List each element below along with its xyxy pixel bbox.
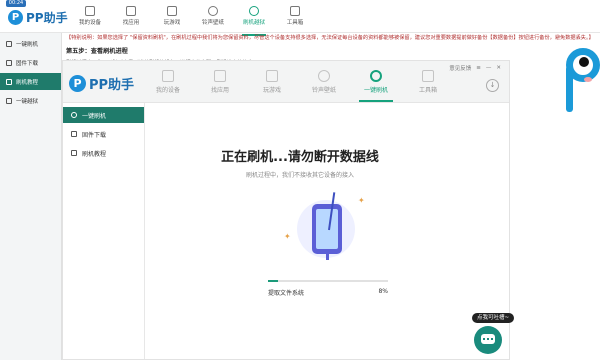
- nav-label: 玩游戏: [163, 20, 181, 26]
- book-icon: [6, 78, 12, 85]
- sparkle-icon: ✦: [284, 232, 291, 241]
- feedback-link[interactable]: 意见反馈: [449, 64, 471, 72]
- nav-label: 工具箱: [418, 87, 437, 94]
- inner-sidebar: 一键刷机 固件下载 刷机教程: [63, 103, 145, 359]
- progress-percent: 8%: [378, 288, 388, 295]
- nav-toolbox[interactable]: 工具箱: [275, 4, 315, 32]
- sidebar-item-jailbreak[interactable]: 一键越狱: [0, 92, 61, 109]
- nav-apps[interactable]: 找应用: [111, 4, 151, 32]
- refresh-icon: [370, 70, 382, 82]
- nav-games[interactable]: 玩游戏: [152, 4, 192, 32]
- nav-my-device[interactable]: 我的设备: [70, 4, 110, 32]
- nav-flash[interactable]: 刷机越狱: [234, 4, 274, 36]
- flash-status-subtitle: 刷机过程中，我们不接收其它设备的接入: [245, 172, 354, 179]
- minimize-icon[interactable]: —: [486, 65, 492, 71]
- mascot-cheek: [584, 77, 592, 82]
- progress-text: 提取文件系统 8%: [268, 288, 388, 297]
- inner-sidebar-item-firmware[interactable]: 固件下载: [63, 126, 144, 142]
- toolbox-icon: [422, 70, 434, 82]
- logo-icon: P: [69, 75, 86, 92]
- inner-sidebar-item-flash[interactable]: 一键刷机: [63, 107, 144, 123]
- mascot-logo: [562, 40, 600, 120]
- notice-text: 【特别说明：如果您选择了 "保留资料刷机"，在刷机过程中我们将为您保留资料，尽管…: [66, 35, 594, 41]
- inner-nav-apps[interactable]: 找应用: [197, 67, 243, 101]
- download-icon: [71, 131, 77, 137]
- close-icon[interactable]: ✕: [496, 65, 501, 71]
- inner-header: P PP助手 我的设备 找应用 玩游戏 铃声壁纸 一键刷机 工具箱 意见反馈 ≡…: [63, 61, 509, 103]
- phone-illustration: ✦ ✦: [280, 190, 370, 270]
- inner-nav-flash[interactable]: 一键刷机: [353, 67, 399, 102]
- inner-nav-my-device[interactable]: 我的设备: [145, 67, 191, 101]
- gamepad-icon: [167, 6, 177, 16]
- flash-status-title: 正在刷机...请勿断开数据线: [221, 150, 379, 165]
- apps-icon: [214, 70, 226, 82]
- nav-label: 找应用: [210, 87, 229, 94]
- refresh-icon: [249, 6, 259, 16]
- nav-label: 铃声壁纸: [201, 20, 224, 26]
- sidebar-item-tutorial[interactable]: 刷机教程: [0, 73, 61, 90]
- download-manager-icon[interactable]: ↓: [486, 79, 499, 92]
- menu-icon[interactable]: ≡: [476, 65, 481, 71]
- window-controls: 意见反馈 ≡ — ✕: [444, 64, 501, 72]
- chat-button[interactable]: [474, 326, 502, 354]
- inner-logo[interactable]: P PP助手: [69, 74, 134, 93]
- step-title: 第五步：查看刷机进程: [66, 48, 128, 55]
- feedback-tooltip: 点我可吐槽~: [472, 313, 515, 323]
- sidebar-item-label: 一键刷机: [82, 112, 107, 120]
- apps-icon: [126, 6, 136, 16]
- progress-step-label: 提取文件系统: [268, 290, 305, 297]
- time-badge: 00:24: [6, 0, 26, 7]
- inner-nav-toolbox[interactable]: 工具箱: [405, 67, 451, 101]
- inner-nav-games[interactable]: 玩游戏: [249, 67, 295, 101]
- nav-label: 工具箱: [286, 20, 304, 26]
- nav-label: 铃声壁纸: [311, 87, 336, 94]
- download-icon: [6, 59, 12, 66]
- gamepad-icon: [266, 70, 278, 82]
- mascot-eye: [579, 57, 589, 67]
- logo-icon: P: [8, 10, 23, 25]
- music-icon: [318, 70, 330, 82]
- app-logo[interactable]: P PP助手: [8, 9, 68, 26]
- sidebar: 一键刷机 固件下载 刷机教程 一键越狱: [0, 33, 62, 360]
- sidebar-item-label: 固件下载: [82, 131, 107, 139]
- sidebar-item-label: 刷机教程: [82, 150, 107, 158]
- nav-ringtones[interactable]: 铃声壁纸: [193, 4, 233, 32]
- nav-label: 一键刷机: [363, 87, 388, 94]
- sidebar-item-label: 一键刷机: [16, 41, 39, 48]
- phone-icon: [85, 6, 95, 16]
- sidebar-item-flash[interactable]: 一键刷机: [0, 35, 61, 52]
- top-bar: 00:24 P PP助手 我的设备 找应用 玩游戏 铃声壁纸 刷机越狱 工具箱: [0, 0, 600, 36]
- music-icon: [208, 6, 218, 16]
- cable: [326, 252, 329, 260]
- refresh-icon: [71, 112, 77, 118]
- chat-dots: [483, 338, 493, 340]
- logo-text: PP助手: [26, 11, 68, 25]
- sidebar-item-label: 固件下载: [16, 60, 39, 67]
- flash-progress: 提取文件系统 8%: [268, 280, 388, 297]
- main-nav: 我的设备 找应用 玩游戏 铃声壁纸 刷机越狱 工具箱: [70, 4, 316, 36]
- unlock-icon: [6, 97, 12, 104]
- sidebar-item-label: 一键越狱: [16, 98, 39, 105]
- phone-icon: [162, 70, 174, 82]
- nav-label: 找应用: [122, 20, 140, 26]
- inner-nav: 我的设备 找应用 玩游戏 铃声壁纸 一键刷机 工具箱: [145, 67, 457, 102]
- book-icon: [71, 150, 77, 156]
- flash-icon: [6, 40, 12, 47]
- inner-sidebar-item-tutorial[interactable]: 刷机教程: [63, 145, 144, 161]
- nav-label: 我的设备: [155, 87, 180, 94]
- inner-nav-ringtones[interactable]: 铃声壁纸: [301, 67, 347, 101]
- progress-fill: [268, 280, 278, 282]
- logo-text: PP助手: [89, 78, 135, 93]
- nav-label: 玩游戏: [262, 87, 281, 94]
- nav-label: 我的设备: [78, 20, 101, 26]
- nav-label: 刷机越狱: [242, 20, 265, 26]
- progress-track: [268, 280, 388, 282]
- sidebar-item-firmware[interactable]: 固件下载: [0, 54, 61, 71]
- sidebar-item-label: 刷机教程: [16, 79, 39, 86]
- sparkle-icon: ✦: [358, 196, 365, 205]
- toolbox-icon: [290, 6, 300, 16]
